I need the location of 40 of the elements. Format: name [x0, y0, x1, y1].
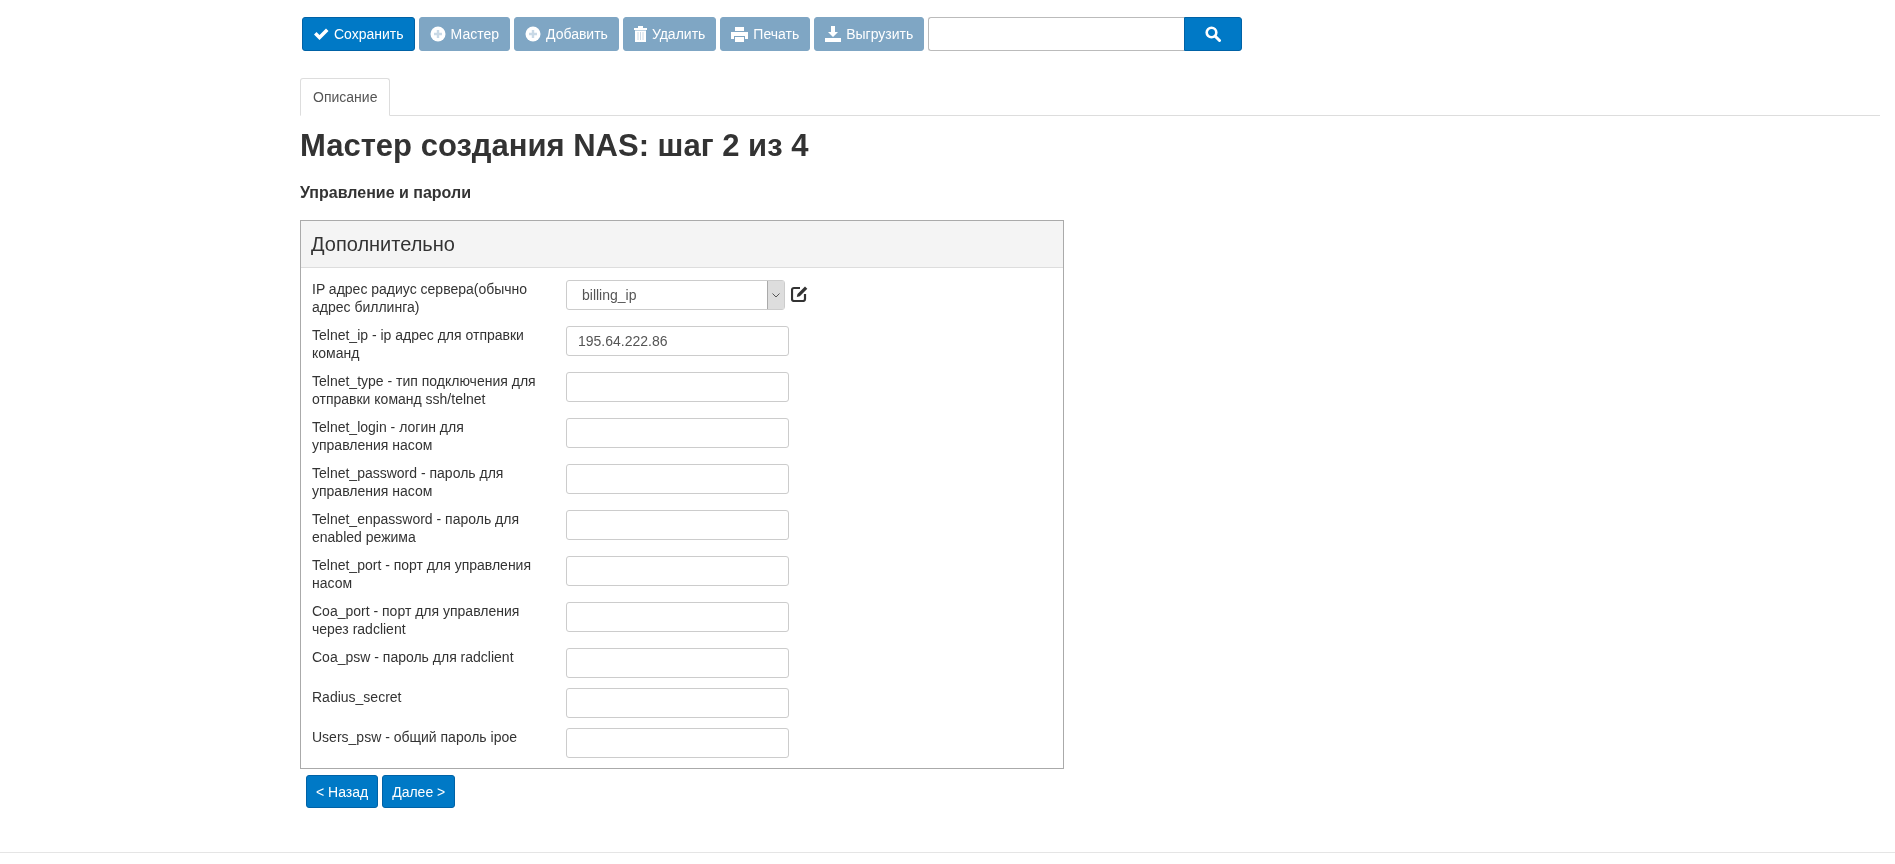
field-label: Users_psw - общий пароль ipoe — [312, 728, 518, 746]
input-field[interactable] — [566, 728, 789, 758]
edit-icon[interactable] — [791, 286, 808, 302]
plus-circle-icon — [525, 26, 541, 42]
chevron-down-icon — [772, 292, 780, 298]
input-field[interactable] — [566, 464, 789, 494]
tab[interactable]: Описание — [300, 78, 391, 116]
search-icon — [1205, 26, 1222, 42]
input-field[interactable] — [566, 688, 789, 718]
search-button[interactable] — [1184, 17, 1243, 51]
field-label: Telnet_login - логин для управления насом — [312, 418, 465, 454]
field-label: Telnet_port - порт для управления насом — [312, 556, 533, 592]
field-label: Telnet_enpassword - пароль для enabled режима — [312, 510, 520, 546]
nav-button[interactable]: Далее > — [382, 775, 456, 808]
field-label: Coa_psw - пароль для radclient — [312, 648, 515, 666]
plus-circle-icon — [429, 26, 446, 42]
download-icon — [825, 26, 842, 42]
input-field[interactable] — [566, 602, 789, 632]
input-field[interactable] — [566, 648, 789, 678]
input-field[interactable]: 195.64.222.86 — [566, 326, 789, 356]
section-subtitle: Управление и пароли — [300, 184, 472, 202]
page-title: Мастер создания NAS: шаг 2 из 4 — [300, 128, 810, 164]
field-label: Telnet_password - пароль для управления насом — [312, 464, 505, 500]
field-label: Coa_port - порт для управления через radclient — [312, 602, 521, 638]
field-label: Radius_secret — [312, 688, 403, 706]
dropdown[interactable]: billing_ip — [566, 280, 785, 310]
input-field[interactable] — [566, 556, 789, 586]
input-field[interactable] — [566, 418, 789, 448]
input-field[interactable] — [566, 510, 789, 540]
panel-title: Дополнительно — [311, 232, 455, 256]
field-label: Telnet_ip - ip адрес для отправки команд — [312, 326, 525, 362]
toolbar-button[interactable]: Сохранить — [302, 17, 415, 51]
checkmark-icon — [313, 27, 329, 41]
field-label: IP адрес радиус сервера(обычно адрес биллинга) — [312, 280, 529, 316]
field-label: Telnet_type - тип подключения для отправки команд ssh/telnet — [312, 372, 537, 408]
trash-icon — [633, 26, 647, 42]
printer-icon — [731, 26, 749, 42]
search-field[interactable] — [928, 17, 1185, 51]
input-field[interactable] — [566, 372, 789, 402]
nav-button[interactable]: < Назад — [306, 775, 379, 808]
